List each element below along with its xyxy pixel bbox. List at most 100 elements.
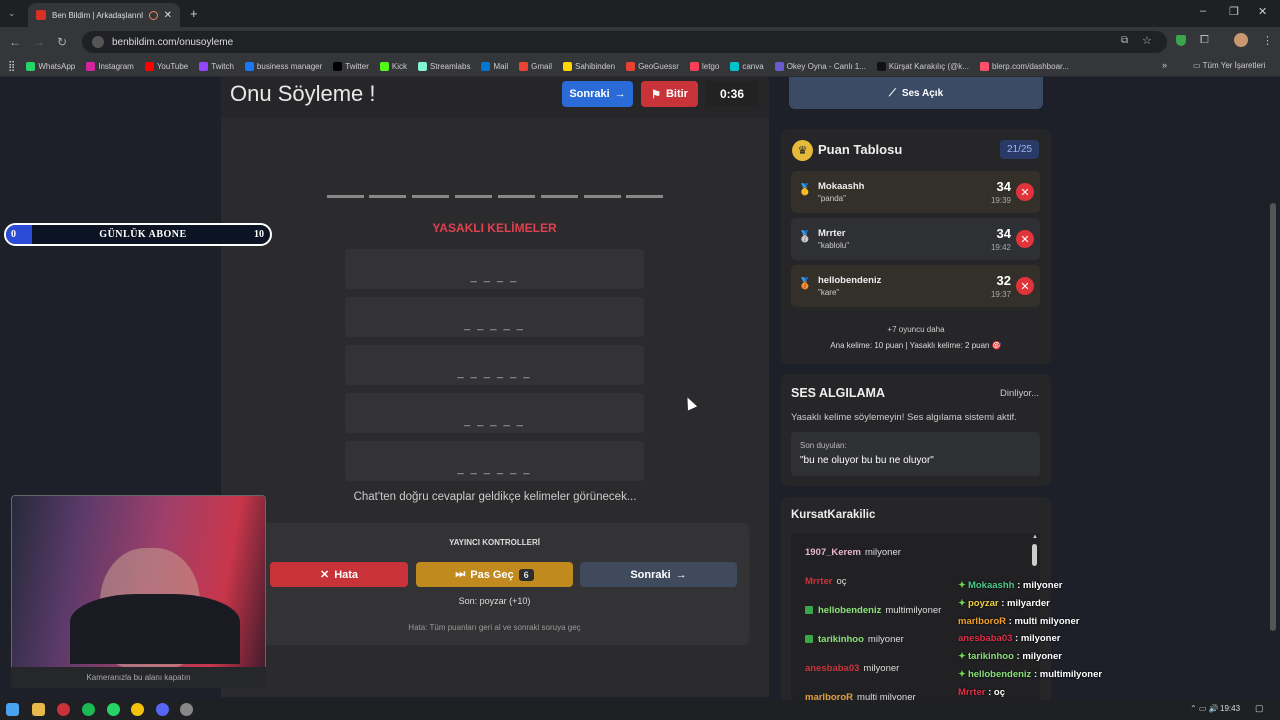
url-field[interactable]: benbildim.com/onusoyleme [82,31,1167,53]
voice-detection-title: SES ALGILAMA [791,386,885,400]
bookmark-item[interactable]: WhatsApp [26,62,75,71]
url-text: benbildim.com/onusoyleme [112,36,234,48]
bookmark-favicon-icon [689,62,699,71]
next-button-top[interactable]: Sonraki → [562,81,633,107]
daily-subs-bar: 0 GÜNLÜK ABONE 10 [4,223,272,246]
bookmark-item[interactable]: Kürşat Karakılıç (@k... [876,62,969,71]
bookmark-item[interactable]: Streamlabs [417,62,470,71]
arrow-right-icon: → [614,88,626,100]
separator: : [1031,669,1040,680]
site-info-icon[interactable] [92,36,104,48]
active-tab[interactable]: Ben Bildim | Arkadaşlarınla ✕ [28,3,180,27]
scroll-up-icon[interactable]: ▲ [1032,534,1038,540]
bookmark-label: Twitter [345,62,369,71]
shield-extension-icon[interactable] [1176,35,1186,46]
whatsapp-icon[interactable] [107,703,120,716]
player-word: "kare" [818,288,840,297]
score-rules-text: Ana kelime: 10 puan | Yasaklı kelime: 2 … [830,341,1002,350]
new-tab-icon[interactable]: + [190,6,198,21]
close-window-icon[interactable]: ✕ [1258,5,1267,18]
daily-current: 0 [11,229,16,240]
chat-username[interactable]: tarikinhoo [818,634,864,645]
error-button[interactable]: ✕ Hata [270,562,408,587]
finish-button[interactable]: ⚑ Bitir [641,81,698,107]
system-tray-icons[interactable]: ⌃ ▭ 🔊 [1190,704,1219,713]
pass-button[interactable]: ⏭ Pas Geç 6 [416,562,573,587]
letter-blank [498,195,535,198]
forward-icon[interactable]: → [33,35,45,49]
back-icon[interactable]: ← [9,35,21,49]
player-time: 19:37 [990,290,1011,299]
overlay-text: multi milyoner [1014,615,1080,627]
bookmark-favicon-icon [730,62,740,71]
bookmark-item[interactable]: business manager [244,62,322,71]
menu-icon[interactable]: ⋮ [1262,34,1273,47]
reload-icon[interactable]: ↻ [57,35,67,49]
letter-blank [369,195,406,198]
chat-scrollbar[interactable] [1032,544,1037,566]
overlay-username: hellobendeniz [967,669,1032,680]
bookmark-favicon-icon [86,62,96,71]
profile-avatar[interactable] [1234,33,1248,47]
bookmark-label: blerp.com/dashboar... [991,62,1069,71]
bookmark-favicon-icon [481,62,491,71]
bookmark-item[interactable]: Gmail [519,62,552,71]
chat-username[interactable]: Mrrter [805,576,832,587]
spotify-icon[interactable] [82,703,95,716]
bookmark-item[interactable]: Twitch [199,62,234,71]
next-button[interactable]: Sonraki → [580,562,737,587]
overlay-username: tarikinhoo [967,651,1014,663]
sound-toggle-button[interactable]: ⟋ Ses Açık [789,77,1043,109]
bookmark-item[interactable]: Instagram [86,62,134,71]
obs-icon[interactable] [180,703,193,716]
chat-username[interactable]: 1907_Kerem [805,547,861,558]
app-icon[interactable] [57,703,70,716]
voice-detection-desc: Yasaklı kelime söylemeyin! Ses algılama … [791,412,1017,423]
sub-badge-icon: ✦ [958,651,966,663]
remove-player-icon[interactable]: ✕ [1016,230,1034,248]
discord-icon[interactable] [156,703,169,716]
sub-badge-icon: ✦ [958,669,966,680]
close-tab-icon[interactable]: ✕ [164,10,172,21]
minimize-icon[interactable]: – [1200,5,1206,17]
bookmark-item[interactable]: Okey Oyna - Canlı 1... [774,62,866,71]
notifications-icon[interactable]: ▢ [1255,703,1264,714]
tab-search-icon[interactable]: ⌄ [8,8,16,19]
wand-icon: ⟋ [888,87,896,99]
bookmark-item[interactable]: Twitter [333,62,369,71]
all-bookmarks-folder[interactable]: ▭ Tüm Yer İşaretleri [1193,61,1265,70]
file-explorer-icon[interactable] [32,703,45,716]
bookmark-favicon-icon [626,62,636,71]
extensions-icon[interactable]: ⧠ [1200,34,1209,47]
page-scrollbar[interactable] [1270,203,1276,631]
bookmark-item[interactable]: blerp.com/dashboar... [979,62,1069,71]
player-score: 34 [996,226,1011,241]
more-players-text: +7 oyuncu daha [887,325,945,334]
windows-start-icon[interactable] [6,703,19,716]
bookmark-item[interactable]: canva [730,62,764,71]
apps-icon[interactable]: ⣿ [8,61,15,72]
chat-message: tarikinhoo milyoner [805,634,904,645]
chat-username[interactable]: anesbaba03 [805,663,859,674]
chrome-icon[interactable] [131,703,144,716]
bookmark-star-icon[interactable]: ☆ [1142,34,1152,47]
chat-hint: Chat'ten doğru cevaplar geldikçe kelimel… [353,491,637,503]
bookmark-item[interactable]: letgo [689,62,719,71]
install-icon[interactable]: ⧉ [1121,35,1128,46]
bookmark-item[interactable]: Kick [379,62,407,71]
chat-message: hellobendeniz multimilyoner [805,605,941,616]
bookmark-favicon-icon [774,62,784,71]
restore-icon[interactable]: ❐ [1229,5,1239,18]
trophy-icon: ♛ [792,140,813,161]
bookmark-item[interactable]: GeoGuessr [626,62,679,71]
remove-player-icon[interactable]: ✕ [1016,183,1034,201]
player-score: 32 [996,273,1011,288]
more-bookmarks-icon[interactable]: » [1162,60,1167,70]
bookmark-item[interactable]: Sahibinden [563,62,615,71]
chat-username[interactable]: hellobendeniz [818,605,881,616]
bookmark-item[interactable]: YouTube [144,62,188,71]
last-heard-box [791,432,1040,476]
remove-player-icon[interactable]: ✕ [1016,277,1034,295]
chat-text: milyoner [863,663,900,674]
bookmark-item[interactable]: Mail [481,62,508,71]
